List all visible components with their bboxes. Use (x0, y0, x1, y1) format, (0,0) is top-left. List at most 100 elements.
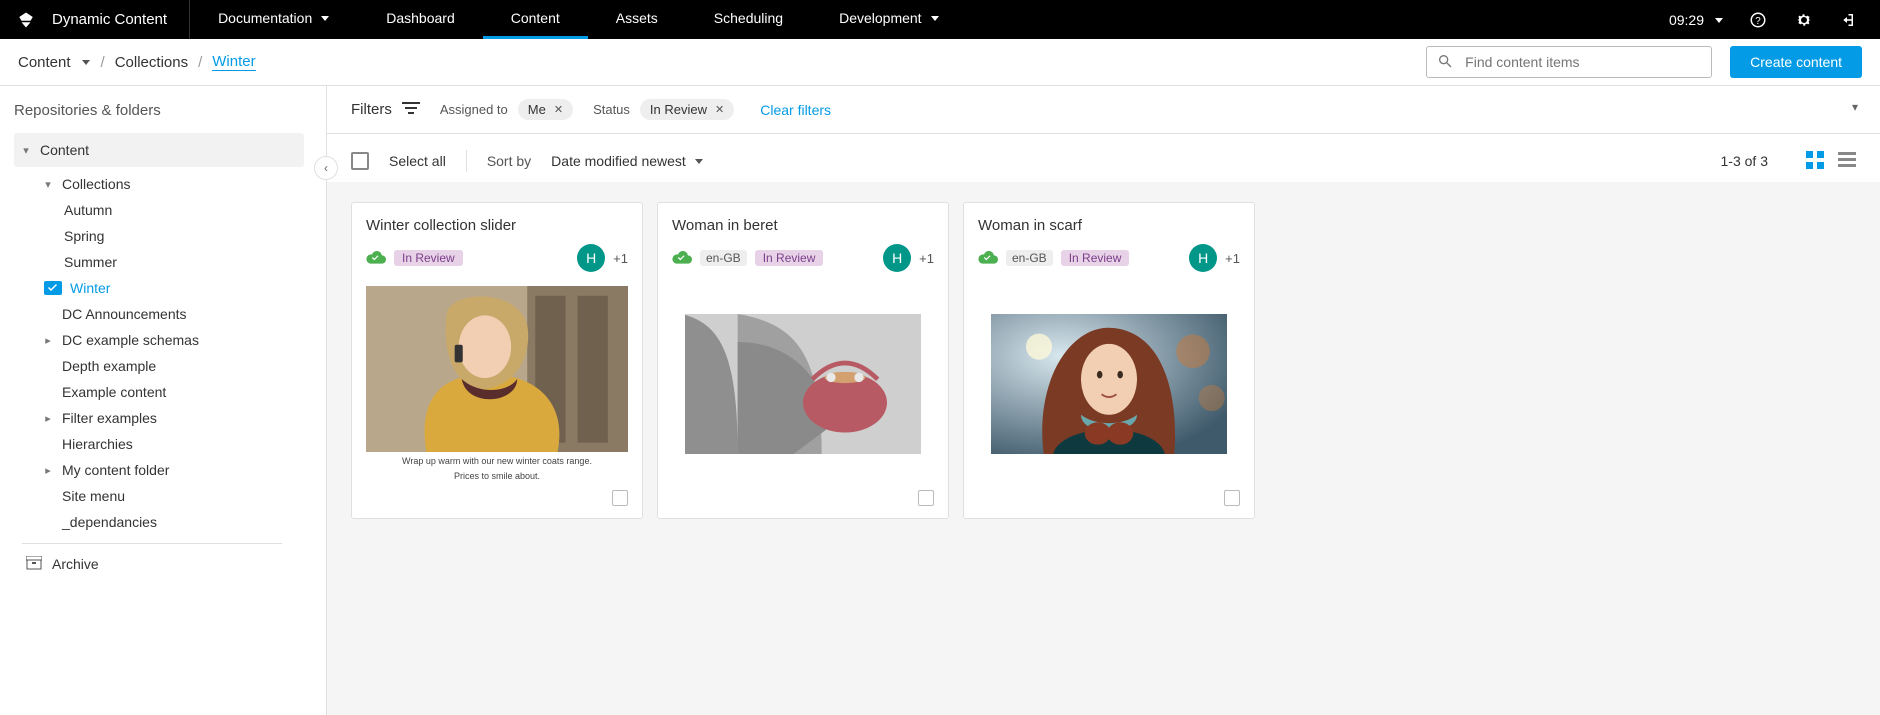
sidebar: Repositories & folders ▾ Content ▾ Colle… (0, 86, 327, 715)
grid-view-button[interactable] (1806, 151, 1824, 172)
card-thumbnail: Wrap up warm with our new winter coats r… (366, 286, 628, 482)
select-all-label[interactable]: Select all (389, 153, 446, 169)
filter-status: Status In Review ✕ (593, 99, 734, 120)
collapse-sidebar-button[interactable]: ‹ (314, 156, 338, 180)
chevron-left-icon: ‹ (324, 161, 328, 175)
tree-announcements[interactable]: DC Announcements (14, 301, 304, 327)
content-card[interactable]: Woman in scarf en-GB In Review H +1 (963, 202, 1255, 519)
tree-collections-label: Collections (62, 176, 130, 192)
body: Repositories & folders ▾ Content ▾ Colle… (0, 86, 1880, 715)
brand-block: Dynamic Content (0, 0, 190, 39)
thumbnail-image (366, 286, 628, 452)
sidebar-item-summer[interactable]: Summer (14, 249, 304, 275)
close-icon[interactable]: ✕ (554, 103, 563, 116)
tree-hierarchies[interactable]: Hierarchies (14, 431, 304, 457)
tree-label: My content folder (62, 462, 169, 478)
tree-label: Hierarchies (62, 436, 133, 452)
status-badge: In Review (755, 250, 824, 266)
content-card[interactable]: Winter collection slider In Review H +1 (351, 202, 643, 519)
sidebar-item-winter[interactable]: Winter (14, 275, 304, 301)
chevron-right-icon: ▸ (42, 464, 54, 477)
create-content-button[interactable]: Create content (1730, 46, 1862, 78)
chevron-down-icon (694, 153, 704, 169)
sub-bar: Content / Collections / Winter Create co… (0, 39, 1880, 86)
tree-filter-examples[interactable]: ▸ Filter examples (14, 405, 304, 431)
nav-development[interactable]: Development (811, 0, 968, 39)
sort-value-dropdown[interactable]: Date modified newest (551, 153, 704, 169)
breadcrumb-current[interactable]: Winter (212, 53, 255, 71)
card-title: Winter collection slider (366, 217, 628, 234)
filters-toggle[interactable]: Filters (351, 101, 420, 119)
search-input[interactable] (1463, 53, 1701, 71)
nav-documentation-label: Documentation (218, 10, 312, 26)
tree-dependancies[interactable]: _dependancies (14, 509, 304, 535)
breadcrumb-root[interactable]: Content (18, 54, 71, 71)
thumbnail-image (685, 314, 921, 454)
close-icon[interactable]: ✕ (715, 103, 724, 116)
chevron-down-icon[interactable] (81, 54, 91, 71)
search-icon (1437, 53, 1453, 72)
tree-root-content[interactable]: ▾ Content (14, 133, 304, 167)
filters-label: Filters (351, 101, 392, 118)
card-select-checkbox[interactable] (1224, 490, 1240, 506)
chevron-right-icon: ▸ (42, 412, 54, 425)
result-count: 1-3 of 3 (1721, 153, 1768, 169)
locale-chip: en-GB (700, 250, 747, 266)
card-grid: Winter collection slider In Review H +1 (327, 182, 1880, 715)
banner-caption-line2: Prices to smile about. (454, 471, 540, 482)
archive-link[interactable]: Archive (14, 550, 304, 578)
tree-example-schemas[interactable]: ▸ DC example schemas (14, 327, 304, 353)
tree-site-menu[interactable]: Site menu (14, 483, 304, 509)
breadcrumb-sep: / (198, 54, 202, 71)
filter-status-chip[interactable]: In Review ✕ (640, 99, 734, 120)
clear-filters-link[interactable]: Clear filters (760, 102, 831, 118)
card-title: Woman in scarf (978, 217, 1240, 234)
filter-bar: Filters Assigned to Me ✕ Status In Revie… (327, 86, 1880, 134)
chevron-down-icon: ▾ (42, 178, 54, 191)
expand-filter-bar[interactable]: ▾ (1852, 100, 1858, 114)
chevron-down-icon: ▾ (1852, 100, 1858, 114)
nav-assets[interactable]: Assets (588, 0, 686, 39)
sync-ok-icon (978, 250, 998, 267)
sidebar-item-label: Summer (64, 254, 117, 270)
card-title: Woman in beret (672, 217, 934, 234)
nav-documentation[interactable]: Documentation (190, 0, 358, 39)
tree-my-content-folder[interactable]: ▸ My content folder (14, 457, 304, 483)
chip-label: Me (528, 102, 546, 117)
brand-name: Dynamic Content (52, 11, 167, 28)
nav-content[interactable]: Content (483, 0, 588, 39)
tree-label: DC example schemas (62, 332, 199, 348)
content-card[interactable]: Woman in beret en-GB In Review H +1 (657, 202, 949, 519)
clock-value: 09:29 (1669, 12, 1704, 28)
card-footer (672, 482, 934, 506)
view-toggle (1806, 151, 1856, 172)
banner-caption-line1: Wrap up warm with our new winter coats r… (402, 456, 592, 467)
filter-status-key: Status (593, 102, 630, 117)
tree-example-content[interactable]: Example content (14, 379, 304, 405)
tree-label: Example content (62, 384, 166, 400)
tree-depth-example[interactable]: Depth example (14, 353, 304, 379)
card-select-checkbox[interactable] (918, 490, 934, 506)
assignee-extra-count: +1 (919, 251, 934, 266)
filter-assigned-chip[interactable]: Me ✕ (518, 99, 573, 120)
logout-icon[interactable] (1838, 8, 1862, 32)
card-meta: In Review H +1 (366, 244, 628, 272)
card-select-checkbox[interactable] (612, 490, 628, 506)
nav-scheduling[interactable]: Scheduling (686, 0, 811, 39)
sync-ok-icon (672, 250, 692, 267)
clock[interactable]: 09:29 (1669, 12, 1724, 28)
gear-icon[interactable] (1792, 8, 1816, 32)
nav-dashboard[interactable]: Dashboard (358, 0, 483, 39)
card-meta: en-GB In Review H +1 (978, 244, 1240, 272)
folder-tree: ▾ Content ▾ Collections Autumn Spring Su… (14, 133, 326, 578)
help-icon[interactable]: ? (1746, 8, 1770, 32)
select-all-checkbox[interactable] (351, 152, 369, 170)
divider (466, 150, 467, 172)
list-view-button[interactable] (1838, 151, 1856, 172)
card-thumbnail (672, 286, 934, 482)
breadcrumb-collections[interactable]: Collections (115, 54, 188, 71)
tree-collections[interactable]: ▾ Collections (14, 171, 304, 197)
search-input-wrap[interactable] (1426, 46, 1712, 78)
sidebar-item-autumn[interactable]: Autumn (14, 197, 304, 223)
sidebar-item-spring[interactable]: Spring (14, 223, 304, 249)
